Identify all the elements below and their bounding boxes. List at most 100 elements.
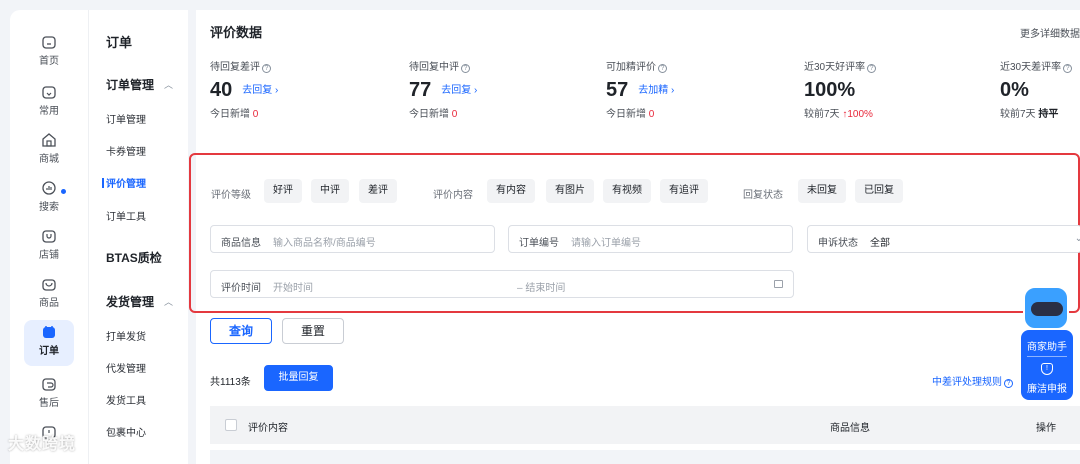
submenu-title: 订单 [106,35,133,50]
order-placeholder: 请输入订单编号 [571,238,641,249]
help-icon[interactable]: ? [658,64,667,73]
stat-sub-label: 较前7天 [804,109,840,120]
rules-link-text[interactable]: 中差评处理规则 [932,377,1002,388]
review-content-label: 评价内容 [433,190,473,201]
stat-value: 100% [804,79,856,101]
stat-positive-rate: 近30天好评率? 100% 较前7天 ↑100% [804,58,994,120]
bag-icon [42,279,56,291]
help-icon[interactable]: ? [262,64,271,73]
chip-positive[interactable]: 好评 [264,179,302,203]
rail-label: 商品 [39,298,59,309]
submenu-item-package[interactable]: 包裹中心 [106,424,146,439]
home-icon [42,36,56,49]
reset-button[interactable]: 重置 [282,318,344,344]
stat-pending-negative: 待回复差评? 40 去回复 › 今日新增 0 [210,58,400,120]
merchant-assistant-widget[interactable]: 商家助手 ! 廉洁申报 [1021,286,1075,400]
query-button[interactable]: 查询 [210,318,272,344]
submenu-group-btas[interactable]: BTAS质检 [106,249,162,266]
order-number-field[interactable]: 订单编号 请输入订单编号 [508,225,793,253]
chip-negative[interactable]: 差评 [359,179,397,203]
order-icon [43,326,55,338]
submenu-item-dropship[interactable]: 代发管理 [106,360,146,375]
stat-sub-label: 较前7天 [1000,109,1036,120]
chip-neutral[interactable]: 中评 [311,179,349,203]
chevron-up-icon[interactable]: ︿ [164,295,173,308]
submenu-item-reviews[interactable]: 评价管理 [106,175,146,190]
submenu-item-print[interactable]: 打单发货 [106,328,146,343]
review-time-range[interactable]: 评价时间 开始时间 – 结束时间 [210,270,794,298]
chip-unreplied[interactable]: 未回复 [798,179,846,203]
search-chart-icon [42,181,56,195]
stat-label: 待回复中评 [409,62,459,73]
help-icon[interactable]: ? [1063,64,1073,73]
rail-label: 搜索 [39,202,59,213]
help-icon[interactable]: ? [1004,379,1013,388]
rail-item-product[interactable]: 商品 [24,272,74,314]
rail-item-home[interactable]: 首页 [24,30,74,72]
submenu-item-ship-tools[interactable]: 发货工具 [106,392,146,407]
column-actions: 操作 [1036,423,1056,434]
stat-sub-value: 0 [648,109,655,120]
review-level-label: 评价等级 [211,190,251,201]
report-label[interactable]: 廉洁申报 [1021,380,1073,395]
order-submenu: 订单 订单管理 订单管理 卡券管理 评价管理 订单工具 BTAS质检 发货管理 … [88,10,188,464]
chip-has-content[interactable]: 有内容 [487,179,535,203]
submenu-item-order-tools[interactable]: 订单工具 [106,208,146,223]
stat-negative-rate: 近30天差评率? 0% 较前7天 持平 [1000,58,1080,120]
rail-item-shop[interactable]: 店铺 [24,224,74,266]
start-time-placeholder[interactable]: 开始时间 [273,279,313,294]
chip-has-video[interactable]: 有视频 [603,179,651,203]
column-product-info: 商品信息 [830,423,870,434]
calendar-icon [774,280,783,288]
rules-link[interactable]: 中差评处理规则? [932,373,1013,388]
assistant-panel: 商家助手 ! 廉洁申报 [1021,330,1073,400]
go-reply-link[interactable]: 去回复 › [441,85,477,96]
rail-item-common[interactable]: 常用 [24,80,74,122]
appeal-status-select[interactable]: 申诉状态 全部 ⌄ [807,225,1080,253]
rail-label: 店铺 [39,250,59,261]
product-search-field[interactable]: 商品信息 输入商品名称/商品编号 [210,225,495,253]
rail-label: 订单 [39,346,59,357]
chip-replied[interactable]: 已回复 [855,179,903,203]
watermark-text: 大数跨境 [8,436,77,453]
stat-sub-value: 0 [252,109,259,120]
stat-sub-value: 0 [451,109,458,120]
help-icon[interactable]: ? [867,64,877,73]
stat-sub-label: 今日新增 [210,109,250,120]
rail-item-mall[interactable]: 商城 [24,128,74,170]
submenu-group-shipping[interactable]: 发货管理 [106,293,154,310]
stat-label: 近30天好评率 [804,62,866,73]
appeal-value: 全部 [870,238,890,249]
order-field-label: 订单编号 [519,238,559,249]
chevron-up-icon[interactable]: ︿ [164,78,173,91]
select-all-checkbox[interactable] [225,419,237,431]
stat-value: 0% [1000,79,1029,101]
folder-icon [42,86,56,99]
assistant-label[interactable]: 商家助手 [1021,338,1073,353]
end-time-placeholder[interactable]: – 结束时间 [517,279,565,294]
robot-icon[interactable] [1023,286,1069,330]
rail-item-search[interactable]: 搜索 [24,176,74,218]
rail-item-order[interactable]: 订单 [24,320,74,366]
rail-item-aftersale[interactable]: 售后 [24,372,74,414]
stat-sub-label: 今日新增 [409,109,449,120]
chip-has-image[interactable]: 有图片 [546,179,594,203]
stat-value: 57 [606,79,629,101]
submenu-group-order[interactable]: 订单管理 [106,76,154,93]
appeal-field-label: 申诉状态 [818,238,858,249]
go-reply-link[interactable]: 去回复 › [242,85,278,96]
shop-icon [42,230,56,243]
submenu-item-order-manage[interactable]: 订单管理 [106,111,146,126]
chip-has-followup[interactable]: 有追评 [660,179,708,203]
left-rail: 首页 常用 商城 搜索 店铺 商品 订单 售后 [10,10,88,464]
submenu-item-coupon[interactable]: 卡券管理 [106,143,146,158]
help-icon[interactable]: ? [461,64,470,73]
store-icon [42,133,56,147]
batch-reply-button[interactable]: 批量回复 [264,365,333,391]
stat-label: 待回复差评 [210,62,260,73]
main-content: 评价数据 更多详细数据 待回复差评? 40 去回复 › 今日新增 0 待回复中评?… [189,10,1080,464]
stat-label: 可加精评价 [606,62,656,73]
go-feature-link[interactable]: 去加精 › [638,85,674,96]
result-count: 共1113条 [210,377,251,388]
more-data-link[interactable]: 更多详细数据 [1020,25,1080,40]
